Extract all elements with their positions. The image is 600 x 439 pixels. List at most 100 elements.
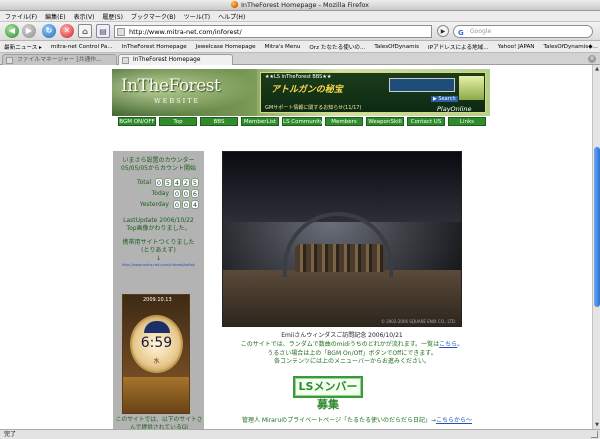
bookmark-button[interactable]: ▤ [96, 24, 110, 38]
clock-time: 6:59 [140, 335, 173, 351]
status-bar: 完了 [0, 429, 600, 439]
counter-digit: 4 [173, 178, 181, 187]
page-content: InTheForest WEBSITE ★★LS InTheForest BBS… [0, 65, 592, 429]
stop-button[interactable]: ✕ [60, 24, 74, 38]
page-icon [6, 57, 13, 64]
search-input[interactable]: G Google [453, 25, 593, 38]
menu-bookmarks[interactable]: ブックマーク(B) [131, 12, 176, 21]
bookmark-item[interactable]: 最新ニュース ▸ [4, 43, 42, 51]
navigation-toolbar: ◀ ▶ ↻ ✕ ⌂ ▤ http://www.mitra-net.com/inf… [0, 22, 600, 41]
left-sidebar: いまさら設置のカウンター 05/05/05からカウント開始 Total 0 5 … [113, 151, 204, 429]
close-tab-icon[interactable]: × [588, 55, 596, 63]
window-title: InTheForest Homepage - Mozilla Firefox [240, 1, 370, 9]
yesterday-label: Yesterday [139, 201, 169, 208]
nav-links[interactable]: Links [448, 117, 486, 126]
clock-date: 2009.10.13 [143, 297, 172, 303]
ad-top-text: ★★LS InTheForest BBS★★ [265, 74, 332, 80]
counter-digit: 2 [182, 178, 190, 187]
firefox-icon [230, 1, 238, 8]
scroll-up-icon[interactable]: ▲ [593, 65, 600, 73]
back-arrow-icon: ◀ [8, 26, 16, 35]
nav-members[interactable]: Members [325, 117, 363, 126]
bookmark-item[interactable]: Jewelcase Homepage [196, 44, 256, 50]
counter-digit: 5 [191, 178, 199, 187]
site-banner: InTheForest WEBSITE ★★LS InTheForest BBS… [112, 69, 490, 116]
menu-tools[interactable]: ツール(T) [184, 12, 210, 21]
menu-view[interactable]: 表示(V) [74, 12, 95, 21]
go-icon: ▶ [440, 28, 446, 35]
menu-edit[interactable]: 編集(E) [45, 12, 65, 21]
tab-bar: ファイルマネージャー [共通作... InTheForest Homepage … [0, 53, 600, 65]
last-update: LastUpdate 2006/10/22 [123, 217, 194, 224]
moon-icon [144, 321, 170, 333]
bookmark-icon: ▤ [99, 27, 107, 36]
stop-icon: ✕ [63, 26, 71, 35]
browser-window: InTheForest Homepage - Mozilla Firefox フ… [0, 0, 600, 439]
menu-history[interactable]: 履歴(S) [102, 12, 123, 21]
scroll-down-icon[interactable]: ▼ [593, 421, 600, 429]
resize-grip-icon[interactable] [591, 431, 598, 438]
counter-since: 05/05/05からカウント開始 [121, 165, 196, 172]
home-button[interactable]: ⌂ [78, 24, 92, 38]
nav-bbs[interactable]: BBS [200, 117, 238, 126]
bookmark-item[interactable]: Yahoo! JAPAN [498, 44, 535, 50]
page-icon [122, 57, 129, 64]
ad-search-button[interactable]: ▶ Search [431, 96, 458, 102]
forward-button[interactable]: ▶ [22, 24, 36, 38]
bookmark-item[interactable]: IPアドレスによる地域... [428, 43, 489, 51]
nav-ls-community[interactable]: LS Community [282, 117, 323, 126]
credit-note: このサイトでは、以下のサイトさんで提供されているGI [115, 417, 203, 429]
screenshot-caption: Emiiさんウィンダスご訪問記念 2006/10/21 [281, 332, 403, 339]
today-counter: Today 0 0 6 [113, 189, 204, 198]
counter-digit: 6 [191, 189, 199, 198]
ad-title: アトルガンの秘宝 [271, 85, 343, 95]
bookmark-item[interactable]: Orz たなたる使いの... [309, 43, 365, 51]
bookmark-item[interactable]: InTheForest Homepage [122, 44, 187, 50]
bookmark-item[interactable]: TalesOfDynamis◆... [543, 44, 597, 50]
menu-help[interactable]: ヘルプ(H) [218, 12, 245, 21]
nav-weaponskill[interactable]: WeaponSkill [366, 117, 404, 126]
nav-top[interactable]: Top [159, 117, 197, 126]
admin-note: 管理人 Miraruのプライベートページ「たるたる使いのだらだら日記」→こちらか… [222, 415, 492, 424]
nav-memberlist[interactable]: MemberList [241, 117, 279, 126]
counter-digit: 0 [182, 200, 190, 209]
mobile-link[interactable]: http://www.mitra-net.com/inforest/keitai… [113, 263, 204, 268]
nav-bgm[interactable]: BGM ON/OFF [118, 117, 156, 126]
desc-line-1-end: 。 [457, 341, 464, 348]
scroll-thumb[interactable] [594, 147, 600, 307]
clock-widget[interactable]: 2009.10.13 6:59 水 [122, 294, 190, 414]
clock-face: 6:59 水 [130, 315, 183, 373]
counter-digit: 0 [173, 189, 181, 198]
bookmark-item[interactable]: Mitra's Menu [265, 44, 301, 50]
site-logo[interactable]: InTheForest [121, 76, 221, 96]
counter-digit: 0 [173, 200, 181, 209]
vertical-scrollbar[interactable]: ▲ ▼ [592, 65, 600, 429]
ls-recruit-button[interactable]: LSメンバー募集 [293, 376, 363, 411]
nav-contact[interactable]: Contact US [407, 117, 445, 126]
url-input[interactable]: http://www.mitra-net.com/inforest/ [114, 25, 432, 38]
counter-title: いまさら設置のカウンター [122, 157, 195, 164]
mobile-note-sub: (とりあえず) [141, 247, 176, 254]
site-description: このサイトでは、ランダムで数曲のmidiうちのどれかが流れます。一覧はこちら。 … [222, 341, 482, 367]
menu-file[interactable]: ファイル(F) [5, 12, 37, 21]
yesterday-counter: Yesterday 0 0 4 [113, 200, 204, 209]
today-label: Today [151, 190, 169, 197]
url-text: http://www.mitra-net.com/inforest/ [129, 28, 242, 36]
reload-button[interactable]: ↻ [42, 24, 56, 38]
tab-intheforest[interactable]: InTheForest Homepage [118, 54, 233, 65]
go-button[interactable]: ▶ [437, 25, 449, 37]
site-logo-sub: WEBSITE [154, 97, 201, 105]
bookmark-item[interactable]: mitra-net Control Pa... [51, 44, 113, 50]
counter-digit: 0 [155, 178, 163, 187]
ad-search-box[interactable] [389, 78, 455, 92]
total-label: Total [136, 179, 151, 186]
back-button[interactable]: ◀ [5, 24, 19, 38]
game-screenshot: © 2002-2006 SQUARE ENIX CO., LTD. [222, 151, 462, 327]
desc-line-1: このサイトでは、ランダムで数曲のmidiうちのどれかが流れます。一覧は [240, 341, 440, 348]
screenshot-copyright: © 2002-2006 SQUARE ENIX CO., LTD. [380, 319, 456, 324]
bookmark-item[interactable]: TalesOfDynamis [374, 44, 419, 50]
ad-banner[interactable]: ★★LS InTheForest BBS★★ アトルガンの秘宝 GMサポート情報… [260, 72, 486, 113]
tab-file-manager[interactable]: ファイルマネージャー [共通作... [2, 54, 117, 65]
midi-list-link[interactable]: こちら [439, 341, 457, 348]
admin-diary-link[interactable]: こちらから〜 [436, 417, 472, 424]
